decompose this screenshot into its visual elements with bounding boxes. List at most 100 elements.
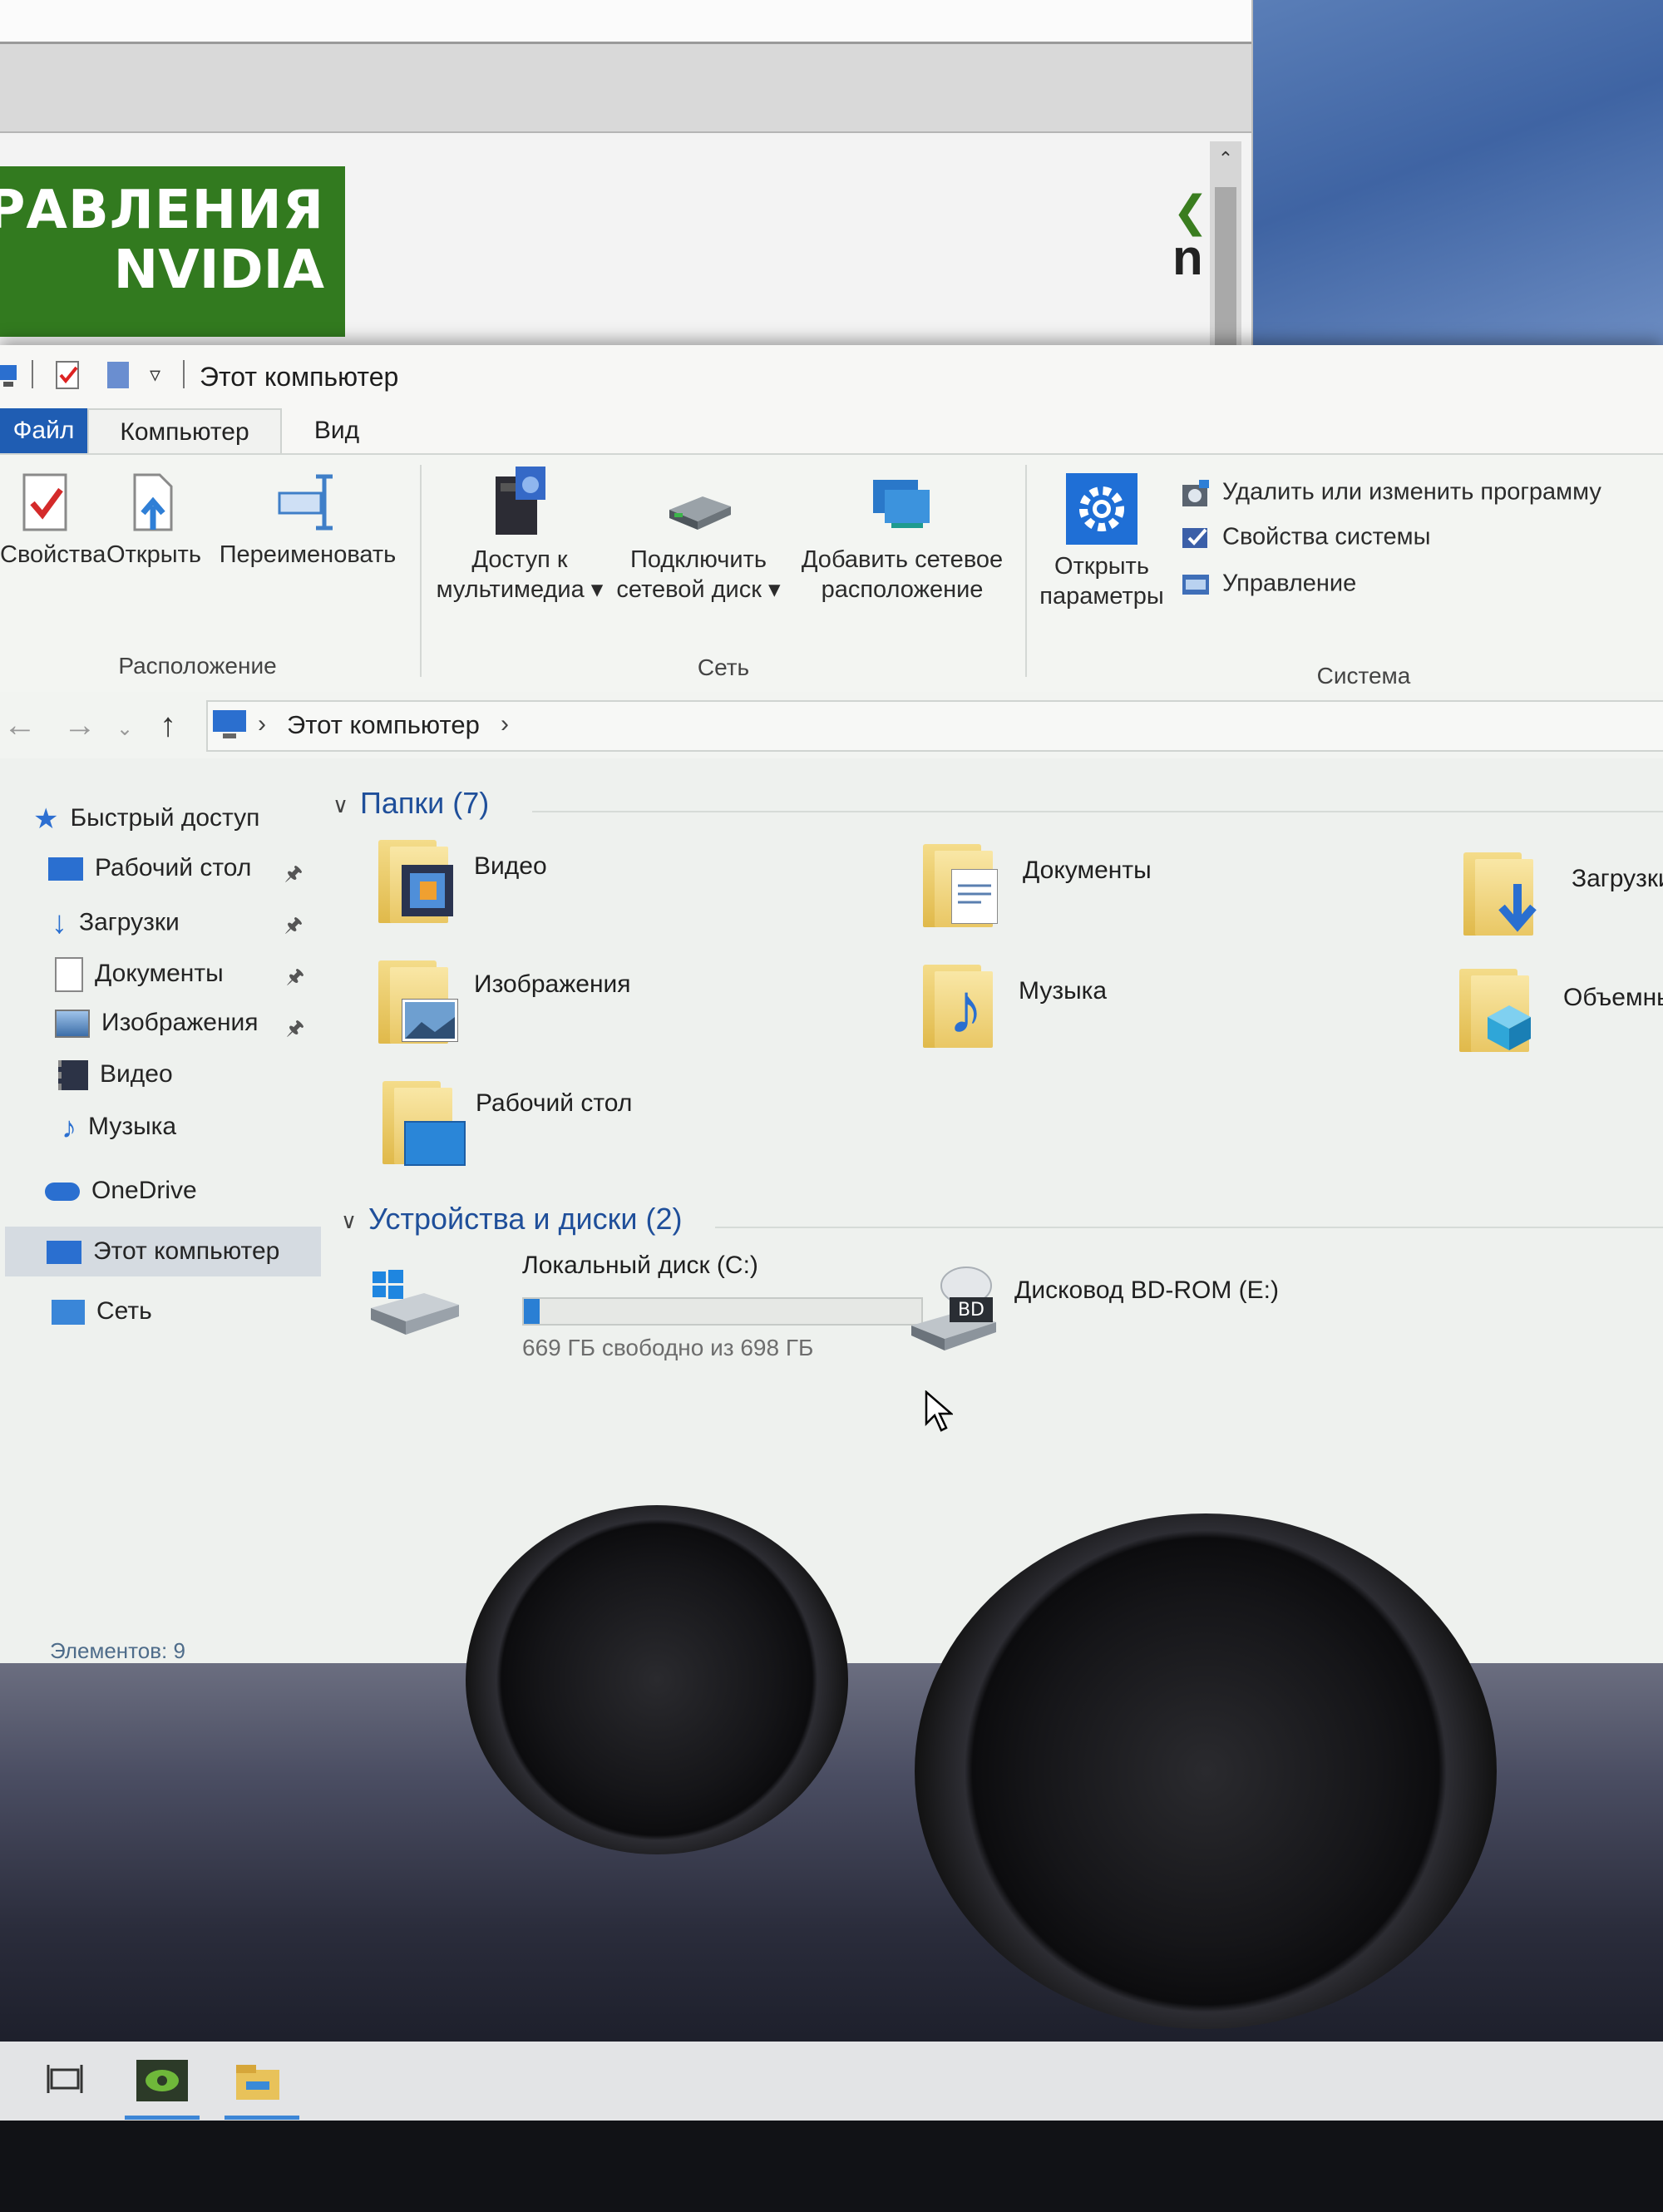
pin-icon[interactable]: 🖈 [284, 859, 303, 893]
folder-label: Рабочий стол [476, 1089, 633, 1117]
folder-downloads[interactable]: Загрузки [1463, 852, 1663, 952]
drive-bdrom-e[interactable]: BD Дисковод BD-ROM (E:) [906, 1264, 1488, 1380]
system-properties-button[interactable]: Свойства системы [1181, 523, 1430, 553]
sidebar-item-quick-access[interactable]: ★ Быстрый доступ [33, 802, 259, 836]
drive-usage-fill [524, 1299, 540, 1324]
nvidia-control-panel-taskbar-icon[interactable] [133, 2053, 191, 2108]
breadcrumb-separator[interactable]: › [501, 710, 509, 738]
back-arrow-icon[interactable]: ← [3, 707, 37, 744]
ribbon-group-network: Доступ к мультимедиа ▾ Подключить сетево… [424, 455, 1023, 692]
desktop-wallpaper-road [0, 1505, 1663, 2046]
address-bar-row: ← → ⌄ ↑ › Этот компьютер › [0, 692, 1663, 758]
wallpaper-wheel [915, 1513, 1497, 2029]
forward-arrow-icon[interactable]: → [63, 707, 96, 744]
folder-icon: ♪ [923, 965, 1003, 1049]
breadcrumb-separator: › [258, 710, 266, 738]
properties-button[interactable]: Свойства [0, 472, 106, 570]
sidebar-item-label: Видео [100, 1060, 173, 1088]
content-pane: ∨ Папки (7) Видео Документы Загрузки Изо… [324, 761, 1663, 1659]
nvidia-control-panel-window: ПРАВЛЕНИЯ NVIDIA ❮ n ⌃ [0, 0, 1253, 366]
media-access-button[interactable]: Доступ к мультимедиа ▾ [432, 463, 607, 605]
sidebar-item-desktop[interactable]: Рабочий стол [48, 854, 251, 882]
picture-icon [402, 999, 458, 1042]
devices-group-header[interactable]: ∨ Устройства и диски (2) [341, 1202, 682, 1237]
ribbon-separator [1025, 465, 1027, 677]
hard-drive-icon [371, 1270, 459, 1335]
customize-qat-icon[interactable]: ▿ [150, 362, 160, 388]
folder-desktop[interactable]: Рабочий стол [382, 1081, 848, 1181]
tab-file[interactable]: Файл [0, 408, 87, 453]
sidebar-item-documents[interactable]: Документы [55, 957, 224, 992]
map-network-drive-label-2: сетевой диск ▾ [616, 576, 781, 603]
sidebar-item-music[interactable]: ♪ Музыка [62, 1110, 176, 1145]
map-network-drive-button[interactable]: Подключить сетевой диск ▾ [611, 480, 786, 605]
open-settings-label-2: параметры [1039, 583, 1164, 610]
pin-icon[interactable]: 🖈 [284, 911, 303, 945]
recent-locations-icon[interactable]: ⌄ [116, 717, 133, 741]
map-network-drive-label-1: Подключить [629, 546, 767, 573]
scrollbar-thumb[interactable] [1215, 187, 1236, 366]
folder-icon [378, 840, 458, 923]
open-settings-button[interactable]: Открыть параметры [1031, 473, 1172, 611]
folders-group-header[interactable]: ∨ Папки (7) [333, 786, 489, 821]
breadcrumb-this-pc[interactable]: Этот компьютер [287, 710, 480, 740]
tab-computer[interactable]: Компьютер [87, 408, 282, 455]
computer-icon [47, 1241, 81, 1265]
folder-3d-objects[interactable]: Объемны [1459, 969, 1663, 1069]
manage-button[interactable]: Управление [1181, 570, 1356, 600]
network-icon [52, 1300, 85, 1326]
add-network-location-label-1: Добавить сетевое [801, 546, 1004, 573]
chevron-down-icon: ∨ [341, 1207, 358, 1233]
explorer-titlebar: ▿ Этот компьютер [0, 345, 1663, 403]
add-network-location-label-2: расположение [821, 576, 984, 603]
folder-label: Загрузки [1572, 865, 1663, 892]
uninstall-program-button[interactable]: Удалить или изменить программу [1181, 478, 1601, 508]
add-network-location-button[interactable]: Добавить сетевое расположение [790, 472, 1014, 605]
sidebar-item-label: Рабочий стол [95, 854, 252, 881]
ribbon-separator [420, 465, 422, 677]
up-arrow-icon[interactable]: ↑ [160, 707, 176, 744]
monitor-bezel [0, 2121, 1663, 2212]
pin-icon[interactable]: 🖈 [286, 1014, 304, 1048]
sidebar-item-label: Загрузки [79, 908, 180, 936]
file-explorer-taskbar-icon[interactable] [233, 2053, 283, 2108]
open-icon [133, 473, 173, 531]
sidebar-item-onedrive[interactable]: OneDrive [45, 1177, 197, 1205]
scroll-up-arrow-icon[interactable]: ⌃ [1215, 148, 1236, 170]
ribbon: Свойства Открыть Переименовать Расположе… [0, 453, 1663, 694]
sidebar-item-label: Документы [95, 959, 224, 987]
ribbon-tabs: Файл Компьютер Вид [0, 403, 1663, 455]
drive-local-c[interactable]: Локальный диск (C:) 669 ГБ свободно из 6… [366, 1252, 948, 1368]
desktop-icon [404, 1121, 466, 1166]
sidebar-item-label: Быстрый доступ [70, 803, 260, 832]
window-title: Этот компьютер [200, 362, 399, 392]
folder-pictures[interactable]: Изображения [378, 960, 844, 1060]
desktop-wallpaper-sky [1231, 0, 1663, 366]
video-film-icon [402, 865, 453, 916]
folder-videos[interactable]: Видео [378, 840, 844, 940]
rename-button[interactable]: Переименовать [212, 472, 403, 570]
qat-separator [32, 360, 33, 388]
tab-view[interactable]: Вид [291, 408, 382, 453]
folder-documents[interactable]: Документы [923, 844, 1389, 944]
document-icon [55, 957, 83, 992]
sidebar-item-videos[interactable]: Видео [58, 1060, 173, 1091]
sidebar-item-pictures[interactable]: Изображения [55, 1009, 259, 1039]
nvidia-scrollbar[interactable]: ⌃ [1210, 141, 1241, 366]
pin-icon[interactable]: 🖈 [286, 962, 304, 996]
sidebar-item-this-pc[interactable]: Этот компьютер [5, 1227, 321, 1276]
ribbon-group-location: Свойства Открыть Переименовать Расположе… [0, 455, 420, 692]
open-button[interactable]: Открыть [100, 472, 208, 570]
folder-music[interactable]: ♪ Музыка [923, 965, 1389, 1064]
settings-gear-icon [1066, 473, 1137, 545]
status-bar-item-count: Элементов: 9 [50, 1638, 185, 1663]
address-bar[interactable]: › Этот компьютер › [206, 700, 1663, 752]
task-view-icon[interactable] [47, 2053, 83, 2108]
rename-icon [278, 474, 333, 531]
music-note-icon: ♪ [62, 1110, 76, 1144]
properties-icon [22, 473, 67, 531]
properties-qat-icon[interactable] [54, 360, 84, 390]
new-folder-qat-icon[interactable] [104, 360, 134, 390]
sidebar-item-network[interactable]: Сеть [52, 1297, 152, 1326]
sidebar-item-downloads[interactable]: ↓ Загрузки [52, 906, 180, 941]
